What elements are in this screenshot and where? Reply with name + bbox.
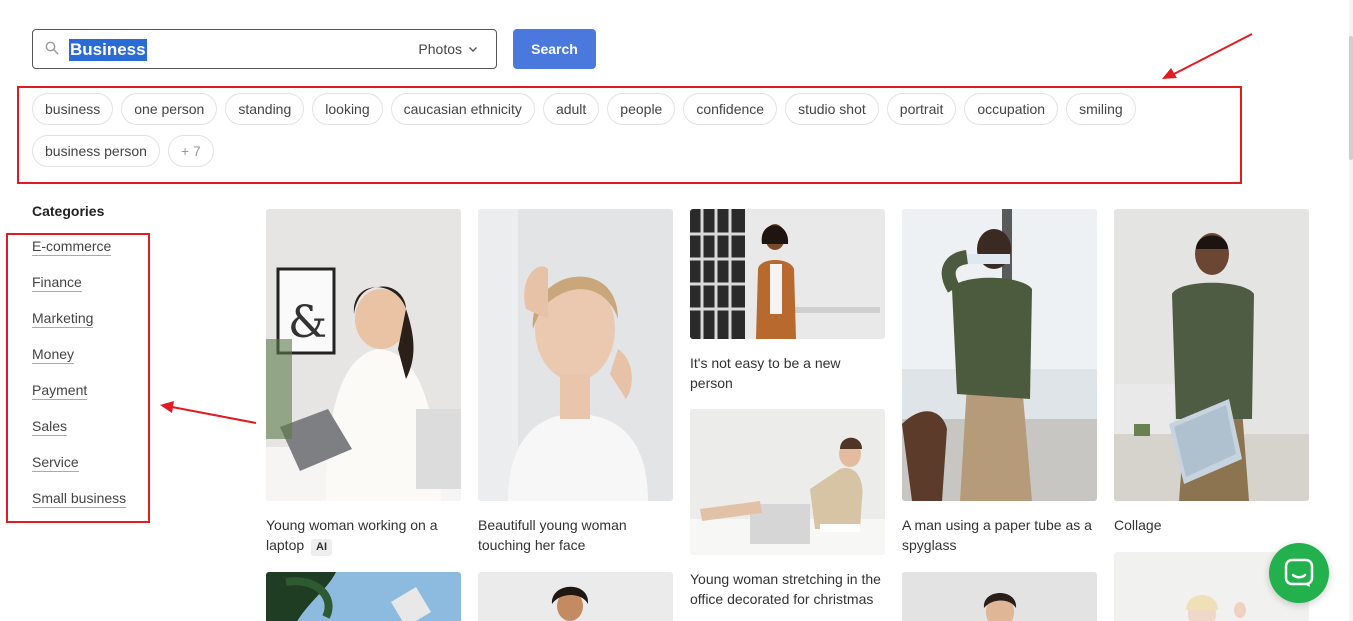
category-link[interactable]: Sales [32,418,68,436]
photo-caption[interactable]: Beautifull young woman touching her face [478,515,673,555]
svg-text:&: & [288,297,327,348]
category-item: Money [32,346,126,382]
annotation-arrow-categories [171,406,257,424]
photo-card[interactable]: Beautifull young woman touching her face [478,209,673,555]
category-item: Sales [32,418,126,454]
photo-caption-text: Young woman working on a laptop [266,517,438,553]
annotation-arrow-tags [1171,33,1253,76]
annotation-box-tags [17,86,1242,184]
photo-woman-office[interactable] [690,209,885,339]
category-item: Small business [32,490,127,526]
photo-caption[interactable]: Young woman stretching in the office dec… [690,569,885,609]
category-item: E-commerce [32,238,126,274]
search-input[interactable] [69,36,389,62]
photo-man-spyglass[interactable] [902,209,1097,501]
media-type-dropdown[interactable]: Photos [418,41,478,57]
chat-icon [1284,558,1314,587]
category-item: Finance [32,274,126,310]
chevron-down-icon [469,47,477,52]
photo-card[interactable]: It's not easy to be a new person [690,209,885,393]
category-link[interactable]: Small business [32,490,127,508]
photo-woman-face[interactable] [478,209,673,501]
search-button[interactable]: Search [513,29,596,69]
category-link[interactable]: Marketing [32,310,94,328]
photo-woman-laptop[interactable]: & [266,209,461,501]
ai-badge: AI [311,539,333,556]
search-box[interactable]: Business Photos [32,29,497,69]
categories-list: E-commerce Finance Marketing Money Payment Sa… [32,238,127,526]
photo-card[interactable]: & Young woman working on a laptop AI [266,209,461,556]
photo-card[interactable]: Collage [1114,209,1309,535]
photo-caption[interactable]: Young woman working on a laptop AI [266,515,461,556]
category-link[interactable]: E-commerce [32,238,112,256]
photo-card[interactable] [478,572,673,621]
category-item: Marketing [32,310,126,346]
categories-title: Categories [32,203,105,219]
photo-caption[interactable]: It's not easy to be a new person [690,353,885,393]
photo-plant-laptop[interactable] [266,572,461,621]
photo-woman-smiling[interactable] [478,572,673,621]
category-link[interactable]: Payment [32,382,88,400]
photo-card[interactable]: Young woman stretching in the office dec… [690,409,885,609]
photo-collage[interactable] [1114,209,1309,501]
category-item: Payment [32,382,126,418]
photo-caption[interactable]: Collage [1114,515,1309,535]
category-link[interactable]: Service [32,454,79,472]
photo-woman-stretching[interactable] [690,409,885,555]
chat-launcher-button[interactable] [1269,543,1329,603]
scrollbar-thumb[interactable] [1349,36,1353,160]
photo-card[interactable] [902,572,1097,621]
annotation-arrowhead-categories [160,401,174,413]
search-icon [45,41,59,55]
photo-man-portrait[interactable] [902,572,1097,621]
category-link[interactable]: Money [32,346,75,364]
photo-card[interactable]: A man using a paper tube as a spyglass [902,209,1097,555]
category-item: Service [32,454,126,490]
category-link[interactable]: Finance [32,274,82,292]
annotation-arrowhead-tags [1162,68,1177,79]
photo-caption[interactable]: A man using a paper tube as a spyglass [902,515,1097,555]
media-type-label: Photos [418,41,462,57]
photo-card[interactable] [266,572,461,621]
